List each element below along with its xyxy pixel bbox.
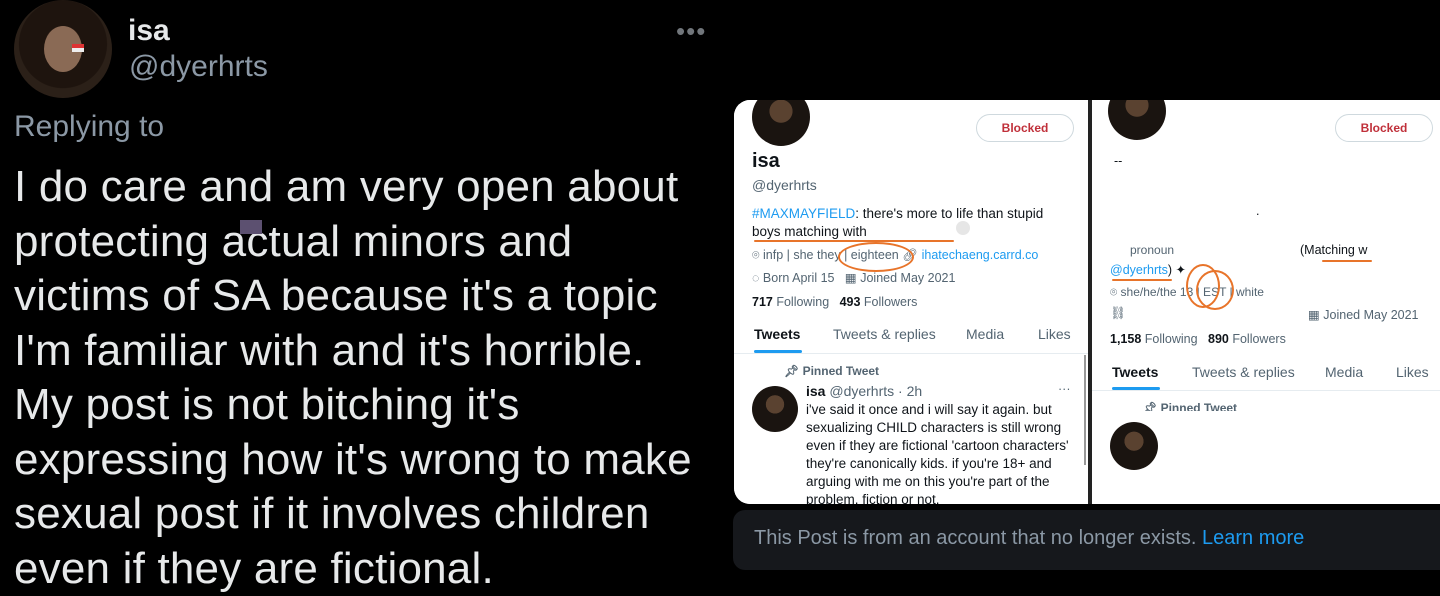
following-label: Following xyxy=(776,295,830,309)
profile-meta-line2: ◌ Born April 15 ▦ Joined May 2021 xyxy=(752,270,955,285)
blocked-button: Blocked xyxy=(976,114,1074,142)
scrollbar xyxy=(1084,355,1086,465)
tab-tweets: Tweets xyxy=(1112,364,1159,380)
matching-text: (Matching w xyxy=(1300,243,1368,257)
bio-text: : there's more to life than stupid xyxy=(855,206,1044,221)
pin-icon: 📌︎ xyxy=(784,364,800,378)
handle-line: @dyerhrts) ✦ xyxy=(1110,262,1186,277)
location-icon: ⌾ xyxy=(752,248,760,262)
location-icon: ⌾ xyxy=(1110,285,1118,299)
divider xyxy=(734,353,1088,354)
pinned-row: 📌︎ Pinned Tweet xyxy=(784,364,879,378)
calendar-icon: ▦ xyxy=(1308,308,1320,322)
annotation-underline xyxy=(754,240,954,242)
tab-tweets-replies: Tweets & replies xyxy=(833,326,936,342)
handle-suffix: ) ✦ xyxy=(1167,263,1186,277)
tab-likes: Likes xyxy=(1038,326,1071,342)
annotation-circle xyxy=(838,242,914,272)
joined-line: ▦ Joined May 2021 xyxy=(1308,307,1419,322)
following-label: Following xyxy=(1144,332,1198,346)
profile-bio: #MAXMAYFIELD: there's more to life than … xyxy=(752,206,1043,221)
tweet-text: i've said it once and i will say it agai… xyxy=(806,402,1069,504)
tab-media: Media xyxy=(1325,364,1364,380)
tweet-avatar xyxy=(752,386,798,432)
tweet-body: I do care and am very open about protect… xyxy=(14,162,692,593)
tweet-avatar xyxy=(1110,422,1158,470)
dash-text: -- xyxy=(1114,154,1123,168)
author-handle[interactable]: @dyerhrts xyxy=(129,50,268,84)
calendar-icon: ▦ xyxy=(844,271,857,285)
profile-avatar xyxy=(1108,100,1166,140)
annotation-underline xyxy=(1322,260,1372,262)
link-icon: ⛓︎ xyxy=(1110,306,1126,320)
heart-icon xyxy=(956,221,970,235)
profile-joined: Joined May 2021 xyxy=(1323,308,1419,322)
tab-likes: Likes xyxy=(1396,364,1429,380)
profile-handle: @dyerhrts xyxy=(752,177,817,193)
followers-count: 493 xyxy=(839,295,861,309)
notice-message: This Post is from an account that no lon… xyxy=(754,527,1197,549)
profile-follow-stats: 1,158 Following 890 Followers xyxy=(1110,332,1286,346)
learn-more-link[interactable]: Learn more xyxy=(1202,527,1304,549)
tweet-more-icon: ··· xyxy=(1058,382,1071,396)
pinned-label: Pinned Tweet xyxy=(802,364,880,378)
divider xyxy=(1092,390,1440,391)
tweet-handle-time: @dyerhrts · 2h xyxy=(829,383,923,399)
profile-follow-stats: 717 Following 493 Followers xyxy=(752,295,917,309)
redaction-mark xyxy=(240,220,262,234)
profile-born: Born April 15 xyxy=(762,271,835,285)
profile-bio-line2: boys matching with xyxy=(752,224,867,239)
flag-icon xyxy=(72,44,84,52)
handle-link: @dyerhrts xyxy=(1110,263,1168,277)
pinned-row: 📌︎ Pinned Tweet xyxy=(1142,401,1237,411)
following-count: 717 xyxy=(752,295,773,309)
balloon-icon: ◌ xyxy=(752,271,760,285)
followers-count: 890 xyxy=(1208,332,1229,346)
pronoun-fragment: pronoun xyxy=(1130,243,1175,257)
following-count: 1,158 xyxy=(1110,332,1142,346)
profile-link: ihatechaeng.carrd.co xyxy=(921,248,1039,262)
tab-tweets: Tweets xyxy=(754,326,801,342)
attached-image[interactable]: Blocked isa @dyerhrts #MAXMAYFIELD: ther… xyxy=(734,100,1440,504)
tab-tweets-replies: Tweets & replies xyxy=(1192,364,1295,380)
dot-text: . xyxy=(1256,204,1260,218)
bio-hashtag: #MAXMAYFIELD xyxy=(752,206,856,221)
profile-joined: Joined May 2021 xyxy=(860,271,956,285)
tweet-header: isa @dyerhrts · 2h xyxy=(806,383,922,399)
profile-avatar xyxy=(752,100,810,146)
replying-to-label: Replying to xyxy=(14,110,165,143)
profile-name: isa xyxy=(752,150,780,172)
annotation-circle xyxy=(1196,270,1234,310)
avatar[interactable] xyxy=(14,0,112,98)
ellipsis-icon[interactable]: ••• xyxy=(676,16,706,47)
unavailable-notice-text: This Post is from an account that no lon… xyxy=(754,527,1304,550)
followers-label: Followers xyxy=(1232,332,1286,346)
tweet-name: isa xyxy=(806,383,826,399)
blocked-button: Blocked xyxy=(1335,114,1433,142)
profile-screenshot-left: Blocked isa @dyerhrts #MAXMAYFIELD: ther… xyxy=(734,100,1088,504)
annotation-underline xyxy=(1112,279,1172,281)
pin-icon: 📌︎ xyxy=(1142,401,1158,411)
author-name[interactable]: isa xyxy=(128,14,170,48)
pinned-label: Pinned Tweet xyxy=(1160,401,1238,411)
tab-media: Media xyxy=(966,326,1005,342)
followers-label: Followers xyxy=(863,295,918,309)
profile-screenshot-right: Blocked -- . pronoun (Matching w @dyerhr… xyxy=(1092,100,1440,504)
